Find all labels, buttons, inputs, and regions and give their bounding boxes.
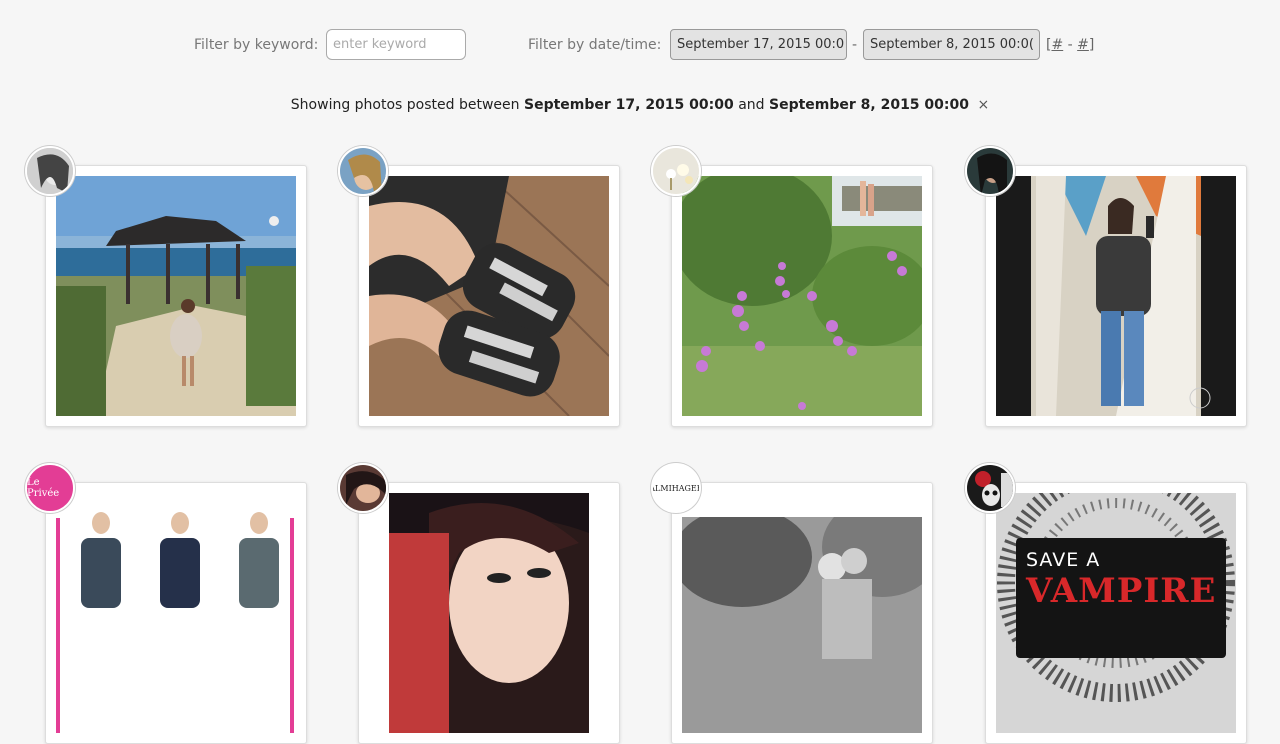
- avatar-1[interactable]: [25, 146, 75, 196]
- avatar-3[interactable]: [651, 146, 701, 196]
- summary-end-date: September 8, 2015 00:00: [768, 97, 969, 113]
- photo-card-7[interactable]: [671, 482, 933, 744]
- photo-shoes: [369, 176, 609, 416]
- photo-flowers: [682, 176, 922, 416]
- photo-image-5[interactable]: [56, 493, 296, 733]
- photo-image-3[interactable]: [682, 176, 922, 416]
- avatar-6[interactable]: [338, 463, 388, 513]
- photo-bw-couple: [682, 517, 922, 733]
- photo-card-1[interactable]: [45, 165, 307, 427]
- summary-prefix: Showing photos posted between: [290, 97, 520, 113]
- hash-bracket-close: ]: [1088, 37, 1095, 53]
- hash-start-link[interactable]: #: [1051, 37, 1063, 53]
- photo-card-6[interactable]: [358, 482, 620, 744]
- photo-selfie: [389, 493, 589, 733]
- avatar-4[interactable]: [965, 146, 1015, 196]
- photo-card-5[interactable]: [45, 482, 307, 744]
- photo-image-7[interactable]: [682, 517, 922, 733]
- summary-conjunction: and: [738, 97, 765, 113]
- photo-fashion-lineup: [56, 493, 296, 733]
- book-title-line2: VAMPIRE: [1026, 571, 1217, 611]
- avatar-7[interactable]: ALMIHAGER: [651, 463, 701, 513]
- photo-gazebo: [56, 176, 296, 416]
- photo-image-1[interactable]: [56, 176, 296, 416]
- photo-mirror-selfie: [996, 176, 1236, 416]
- date-separator: -: [852, 37, 858, 53]
- date-filter-label: Filter by date/time:: [528, 37, 662, 53]
- avatar-5[interactable]: Le Privée: [25, 463, 75, 513]
- hash-end-link[interactable]: #: [1077, 37, 1089, 53]
- photo-card-3[interactable]: [671, 165, 933, 427]
- hash-separator: -: [1063, 37, 1078, 53]
- photo-image-4[interactable]: [996, 176, 1236, 416]
- photo-image-6[interactable]: [389, 493, 589, 733]
- keyword-input[interactable]: [326, 29, 466, 60]
- avatar-7-label: ALMIHAGER: [651, 483, 701, 493]
- avatar-2[interactable]: [338, 146, 388, 196]
- avatar-5-label: Le Privée: [27, 477, 60, 499]
- avatar-8[interactable]: [965, 463, 1015, 513]
- photo-image-2[interactable]: [369, 176, 609, 416]
- photo-card-4[interactable]: [985, 165, 1247, 427]
- filter-summary: Showing photos posted between September …: [0, 97, 1280, 113]
- book-title-line1: SAVE A: [1026, 549, 1101, 571]
- photo-card-2[interactable]: [358, 165, 620, 427]
- photo-book-cover: [996, 493, 1236, 733]
- summary-start-date: September 17, 2015 00:00: [523, 97, 734, 113]
- filter-bar: Filter by keyword: Filter by date/time: …: [0, 29, 1280, 61]
- date-end-input[interactable]: September 8, 2015 00:0(: [863, 29, 1040, 60]
- hash-links: [# - #]: [1046, 37, 1094, 53]
- date-start-input[interactable]: September 17, 2015 00:0: [670, 29, 847, 60]
- clear-filter-icon[interactable]: ×: [977, 97, 989, 113]
- keyword-filter-label: Filter by keyword:: [194, 37, 319, 53]
- photo-card-8[interactable]: SAVE A VAMPIRE: [985, 482, 1247, 744]
- photo-image-8[interactable]: SAVE A VAMPIRE: [996, 493, 1236, 733]
